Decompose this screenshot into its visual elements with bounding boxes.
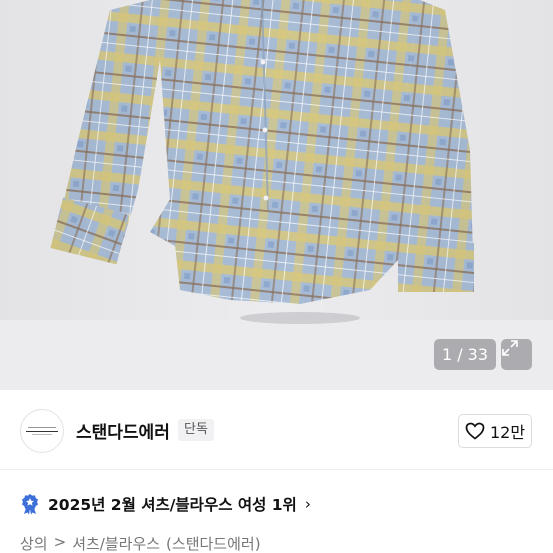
chevron-right-icon: › (304, 495, 311, 513)
exclusive-badge: 단독 (178, 419, 214, 441)
product-image[interactable]: 1 / 33 (0, 0, 553, 390)
like-button[interactable]: 12만 (458, 414, 532, 448)
seller-name[interactable]: 스탠다드에러 (76, 418, 170, 443)
ranking-text: 2025년 2월 셔츠/블라우스 여성 1위 (48, 496, 297, 514)
breadcrumb-separator: > (53, 533, 67, 551)
seller-avatar[interactable] (20, 409, 64, 453)
breadcrumb-brand[interactable]: (스탠다드에러) (166, 533, 261, 553)
brand-logo (26, 426, 58, 435)
breadcrumb-subcategory[interactable]: 셔츠/블라우스 (72, 533, 160, 553)
breadcrumb: 상의 > 셔츠/블라우스 (스탠다드에러) (20, 533, 261, 553)
ranking-badge-icon (22, 494, 38, 515)
breadcrumb-category[interactable]: 상의 (20, 533, 48, 553)
ranking-link[interactable]: 2025년 2월 셔츠/블라우스 여성 1위 › (20, 491, 311, 517)
like-count: 12만 (489, 423, 526, 442)
image-counter: 1 / 33 (434, 339, 496, 370)
seller-row: 스탠다드에러 단독 12만 (0, 392, 553, 470)
expand-button[interactable] (501, 339, 532, 370)
expand-icon (502, 340, 518, 356)
plaid-shirt-illustration (0, 0, 553, 324)
heart-icon (465, 422, 485, 440)
